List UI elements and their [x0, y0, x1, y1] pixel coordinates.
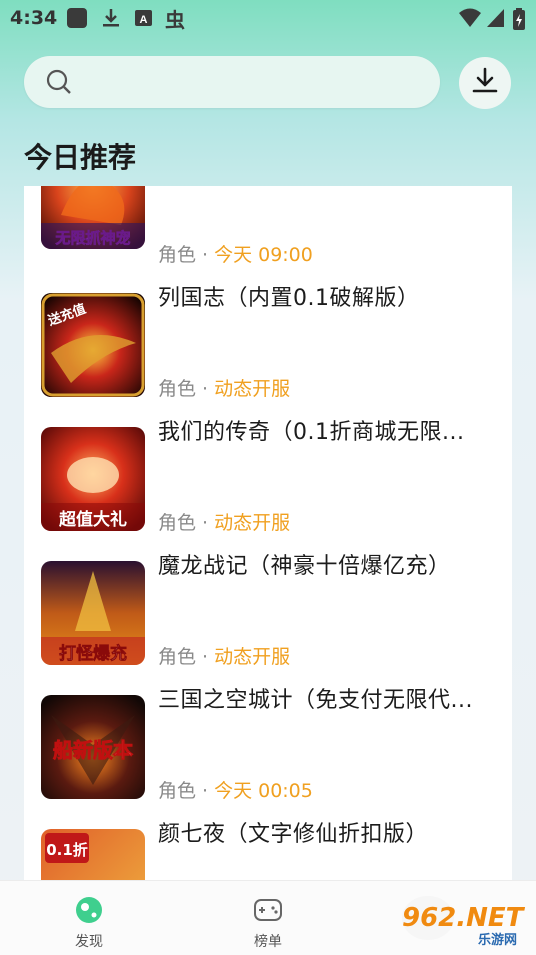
game-thumbnail[interactable]: 无限抓神宠	[41, 186, 145, 249]
game-category: 角色	[158, 244, 197, 266]
game-thumbnail[interactable]: 打怪爆充	[41, 561, 145, 665]
battery-icon	[512, 7, 526, 35]
nav-tab-ranking[interactable]: 榜单	[238, 895, 298, 951]
svg-text:962.NET: 962.NET	[402, 903, 526, 933]
svg-text:打怪爆充: 打怪爆充	[59, 643, 127, 664]
svg-text:A: A	[140, 14, 148, 26]
status-time: 4:34	[10, 7, 58, 29]
game-meta: 角色 · 动态开服	[158, 512, 291, 534]
game-status: 今天 09:00	[214, 244, 313, 266]
nav-label: 榜单	[254, 934, 282, 950]
game-list-item[interactable]: 0.1折 颜七夜（文字修仙折扣版）	[24, 800, 512, 880]
game-list-item[interactable]: 无限抓神宠 角色 · 今天 09:00	[24, 186, 512, 266]
game-thumbnail[interactable]: 0.1折	[41, 829, 145, 880]
status-bar: 4:34 A 虫	[0, 0, 536, 38]
gamepad-icon	[252, 899, 284, 929]
game-title: 魔龙战记（神豪十倍爆亿充）	[158, 554, 451, 579]
game-title: 三国之空城计（免支付无限代...	[158, 688, 473, 713]
game-list-item[interactable]: 超值大礼 我们的传奇（0.1折商城无限... 角色 · 动态开服	[24, 398, 512, 534]
search-input[interactable]	[84, 66, 428, 100]
game-title: 颜七夜（文字修仙折扣版）	[158, 822, 429, 847]
wifi-icon	[458, 7, 482, 33]
game-status: 动态开服	[214, 646, 291, 668]
game-meta: 角色 · 今天 00:05	[158, 780, 313, 802]
svg-text:乐游网: 乐游网	[478, 932, 517, 948]
game-thumbnail[interactable]: 船新版本	[41, 695, 145, 799]
game-status: 动态开服	[214, 512, 291, 534]
game-list-item[interactable]: 船新版本 三国之空城计（免支付无限代... 角色 · 今天 00:05	[24, 666, 512, 802]
svg-text:0.1折: 0.1折	[46, 841, 88, 859]
watermark-logo: 962.NET 乐游网	[398, 892, 530, 948]
game-thumbnail[interactable]: 超值大礼	[41, 427, 145, 531]
download-icon	[470, 66, 500, 100]
section-title: 今日推荐	[24, 141, 137, 174]
signal-icon	[486, 7, 506, 33]
game-meta: 角色 · 动态开服	[158, 646, 291, 668]
game-meta: 角色 · 动态开服	[158, 378, 291, 400]
game-category: 角色	[158, 378, 197, 400]
notification-app-icon	[66, 7, 88, 33]
svg-text:船新版本: 船新版本	[53, 738, 133, 762]
nav-label: 发现	[75, 934, 103, 950]
game-status: 今天 00:05	[214, 780, 313, 802]
game-list-item[interactable]: 打怪爆充 魔龙战记（神豪十倍爆亿充） 角色 · 动态开服	[24, 532, 512, 668]
game-meta: 角色 · 今天 09:00	[158, 244, 313, 266]
svg-text:虫: 虫	[165, 8, 185, 31]
search-bar[interactable]	[24, 56, 440, 108]
game-title: 我们的传奇（0.1折商城无限...	[158, 420, 465, 445]
game-title: 列国志（内置0.1破解版）	[158, 286, 420, 311]
bug-status-icon: 虫	[163, 7, 187, 35]
svg-text:超值大礼: 超值大礼	[59, 509, 127, 530]
download-status-icon	[100, 7, 122, 33]
search-icon	[46, 69, 72, 99]
keyboard-status-icon: A	[133, 7, 155, 33]
game-list-item[interactable]: 送充值 列国志（内置0.1破解版） 角色 · 动态开服	[24, 264, 512, 400]
game-status: 动态开服	[214, 378, 291, 400]
game-category: 角色	[158, 780, 197, 802]
game-category: 角色	[158, 512, 197, 534]
discover-icon	[74, 897, 104, 929]
game-thumbnail[interactable]: 送充值	[41, 293, 145, 397]
game-list[interactable]: 无限抓神宠 角色 · 今天 09:00 送充值 列国志（内置0.1破解版） 角色 · 动…	[24, 186, 512, 880]
game-category: 角色	[158, 646, 197, 668]
svg-text:无限抓神宠: 无限抓神宠	[54, 229, 130, 247]
download-manager-button[interactable]	[459, 57, 511, 109]
nav-tab-discover[interactable]: 发现	[59, 895, 119, 951]
